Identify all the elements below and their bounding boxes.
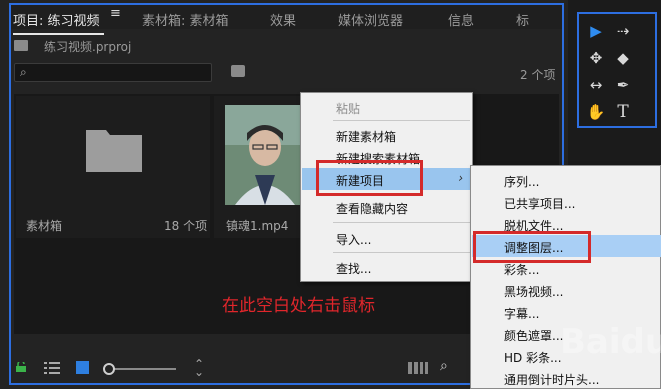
menu-item-paste[interactable]: 粘贴 <box>302 96 471 118</box>
project-file-icon <box>14 40 28 51</box>
pen-tool-icon[interactable]: ✒ <box>612 74 634 96</box>
track-select-tool-icon[interactable]: ⇢ <box>612 20 634 42</box>
automate-to-sequence-icon[interactable] <box>408 362 428 374</box>
razor-tool-icon[interactable]: ◆ <box>612 47 634 69</box>
menu-separator <box>333 222 470 223</box>
folder-icon <box>86 130 142 172</box>
zoom-slider[interactable] <box>106 368 176 370</box>
sort-icon[interactable]: ⌃ ⌄ <box>194 358 204 378</box>
menu-item-new-bin[interactable]: 新建素材箱 <box>302 124 471 146</box>
menu-item-find[interactable]: 查找... <box>302 256 471 278</box>
highlight-box-new-item <box>316 160 423 196</box>
menu-item-view-hidden[interactable]: 查看隐藏内容 <box>302 196 471 218</box>
new-search-bin-icon[interactable] <box>231 65 245 77</box>
project-file-name: 练习视频.prproj <box>44 40 132 54</box>
annotation-text: 在此空白处右击鼠标 <box>222 296 375 316</box>
list-view-icon[interactable] <box>44 362 60 374</box>
menu-item-import[interactable]: 导入... <box>302 227 471 249</box>
submenu-arrow-icon: › <box>458 171 463 185</box>
submenu-item-black-video[interactable]: 黑场视频... <box>472 279 661 301</box>
search-icon: ⌕ <box>20 65 27 79</box>
watermark-logo: Baidu <box>560 322 661 362</box>
submenu-item-shared-project[interactable]: 已共享项目... <box>472 191 661 213</box>
icon-view-icon[interactable] <box>76 361 89 374</box>
item-count: 2 个项 <box>520 68 556 82</box>
slip-tool-icon[interactable]: ↔ <box>585 74 607 96</box>
find-icon[interactable]: ⌕ <box>440 358 448 374</box>
highlight-box-adjustment-layer <box>473 231 591 263</box>
menu-separator <box>333 252 470 253</box>
type-tool-icon[interactable]: T <box>612 101 634 123</box>
submenu-item-sequence[interactable]: 序列... <box>472 169 661 191</box>
submenu-item-countdown-leader[interactable]: 通用倒计时片头... <box>472 367 661 389</box>
hand-tool-icon[interactable]: ✋ <box>585 101 607 123</box>
clip-name: 镇魂1.mp4 <box>226 219 289 233</box>
bin-item-count: 18 个项 <box>164 219 208 233</box>
menu-separator <box>333 120 470 121</box>
lock-icon[interactable] <box>16 362 26 372</box>
ripple-edit-tool-icon[interactable]: ✥ <box>585 47 607 69</box>
video-thumbnail <box>225 105 305 205</box>
submenu-item-caption[interactable]: 字幕... <box>472 301 661 323</box>
bin-name: 素材箱 <box>26 219 63 233</box>
selection-tool-icon[interactable]: ▶ <box>585 20 607 42</box>
search-input[interactable] <box>14 63 212 82</box>
zoom-slider-handle[interactable] <box>103 363 115 375</box>
